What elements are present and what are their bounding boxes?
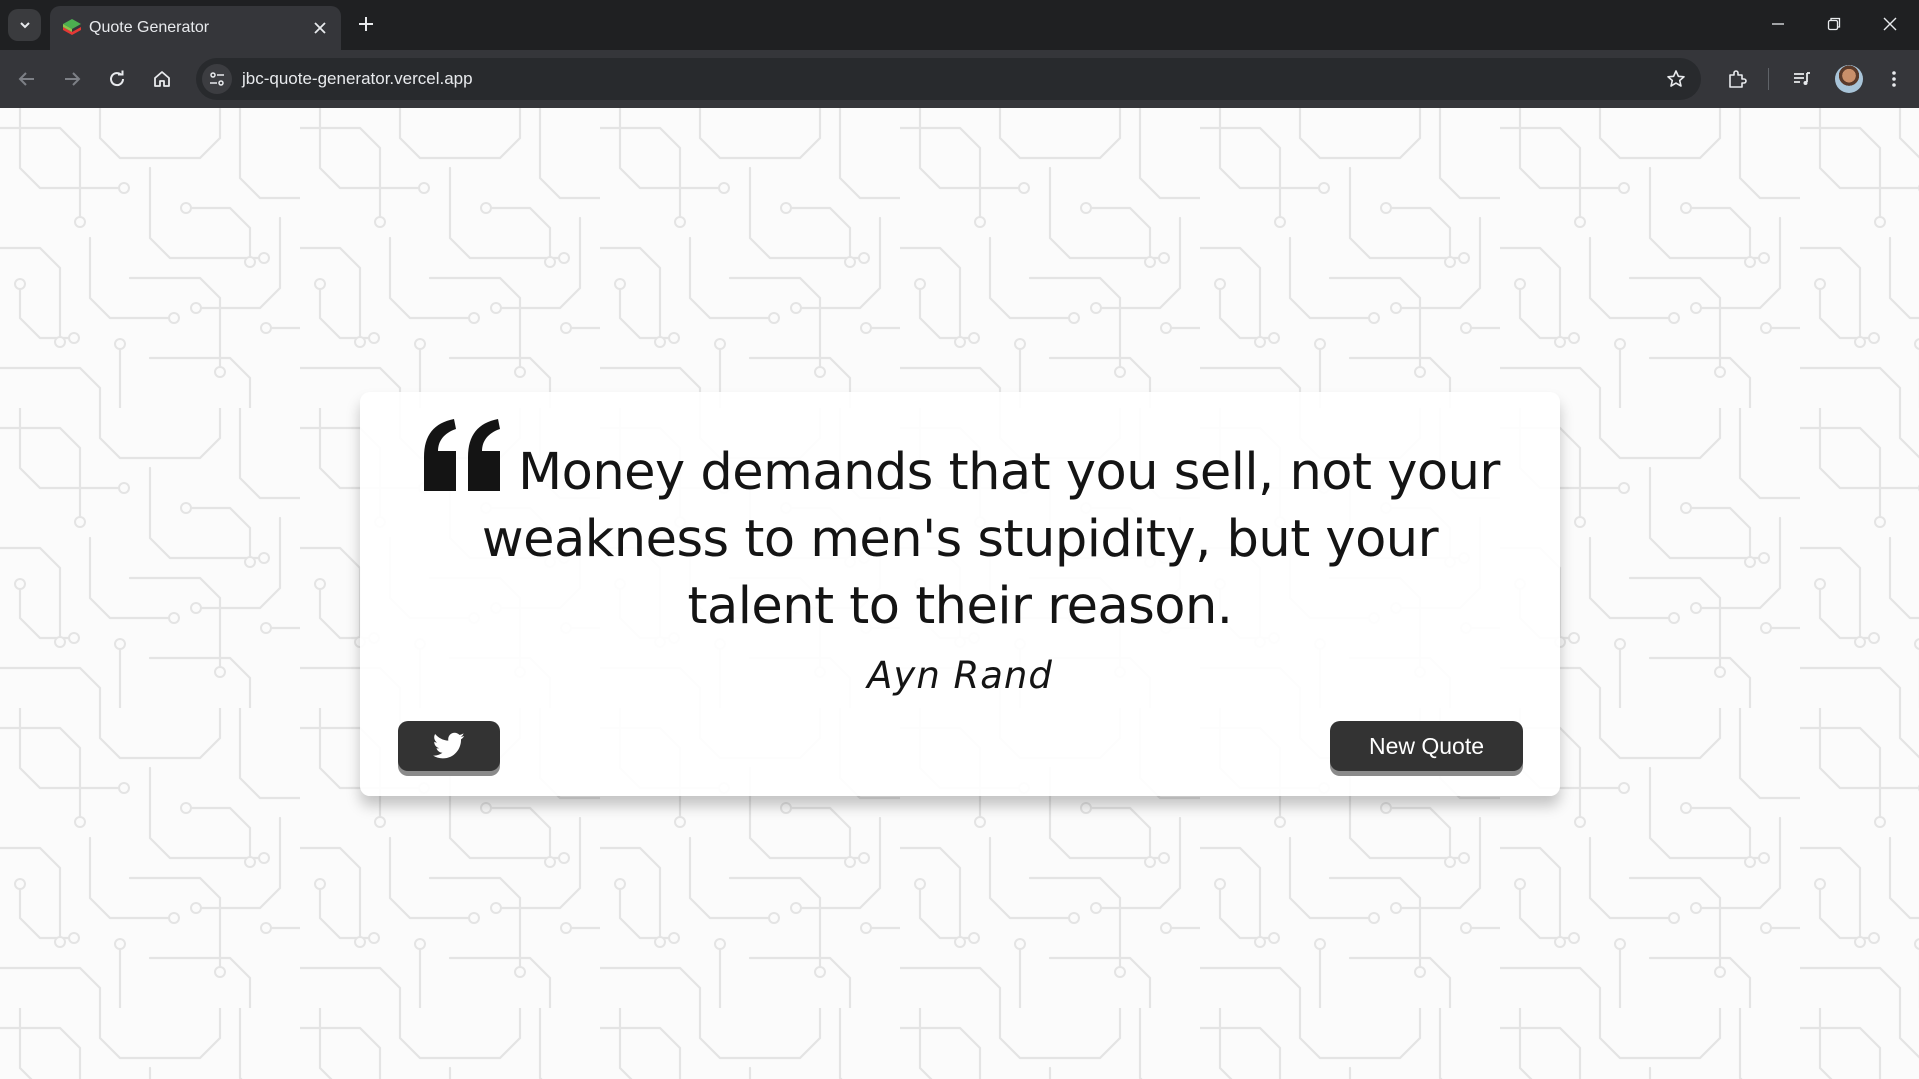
extensions-button[interactable] [1721, 63, 1753, 95]
close-icon [314, 22, 326, 34]
queue-music-icon [1794, 72, 1810, 85]
puzzle-icon [1729, 70, 1747, 88]
restore-icon [1827, 17, 1841, 31]
tune-icon [210, 72, 224, 86]
browser-titlebar: Quote Generator [0, 0, 1919, 50]
browser-toolbar: jbc-quote-generator.vercel.app [0, 50, 1919, 108]
close-icon [1883, 17, 1897, 31]
bookmark-button[interactable] [1663, 66, 1689, 92]
restore-window-button[interactable] [1806, 0, 1862, 48]
close-window-button[interactable] [1862, 0, 1918, 48]
reload-button[interactable] [101, 63, 133, 95]
url-text[interactable]: jbc-quote-generator.vercel.app [242, 69, 473, 89]
browser-menu-button[interactable] [1878, 63, 1910, 95]
page-viewport: Money demands that you sell, not your we… [0, 108, 1919, 1079]
forward-button[interactable] [56, 63, 88, 95]
home-icon [154, 71, 170, 87]
tab-search-button[interactable] [8, 9, 41, 41]
browser-tab[interactable]: Quote Generator [50, 6, 341, 50]
quote-text: Money demands that you sell, not your we… [481, 443, 1500, 636]
arrow-right-icon [65, 72, 81, 86]
app-favicon-icon [63, 19, 81, 35]
plus-icon [359, 17, 373, 31]
media-controls-button[interactable] [1786, 63, 1818, 95]
new-tab-button[interactable] [352, 10, 380, 38]
profile-avatar[interactable] [1835, 65, 1863, 93]
minimize-window-button[interactable] [1750, 0, 1806, 48]
quote-author: Ayn Rand [867, 654, 1053, 697]
more-vertical-icon [1892, 71, 1896, 87]
toolbar-separator [1768, 68, 1769, 90]
site-info-button[interactable] [202, 64, 232, 94]
arrow-left-icon [18, 72, 34, 86]
twitter-icon [433, 732, 465, 759]
chevron-down-icon [19, 22, 30, 29]
quote-card: Money demands that you sell, not your we… [360, 392, 1560, 796]
new-quote-button[interactable]: New Quote [1330, 721, 1523, 771]
reload-icon [110, 70, 125, 87]
tweet-quote-button[interactable] [398, 721, 500, 771]
star-icon [1667, 70, 1685, 87]
minimize-icon [1772, 23, 1784, 25]
back-button[interactable] [11, 63, 43, 95]
address-bar[interactable]: jbc-quote-generator.vercel.app [196, 58, 1701, 100]
home-button[interactable] [146, 63, 178, 95]
quote-block: Money demands that you sell, not your we… [420, 419, 1500, 640]
quote-left-icon [424, 419, 501, 491]
tab-title: Quote Generator [89, 19, 210, 36]
tab-close-button[interactable] [309, 17, 331, 39]
